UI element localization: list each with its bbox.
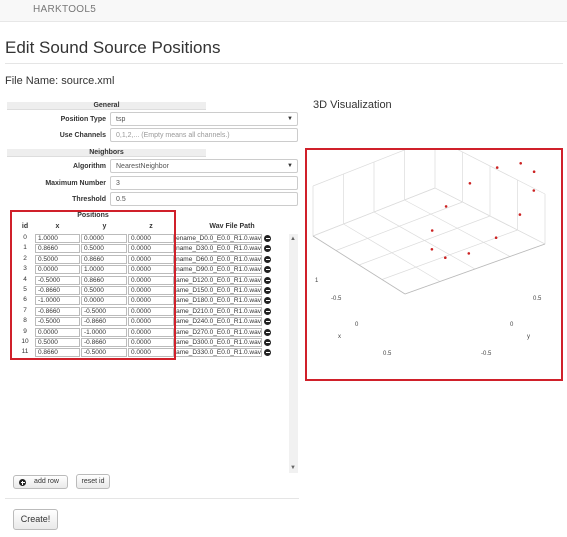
use-channels-input[interactable]: 0,1,2,... (Empty means all channels.)	[110, 128, 298, 142]
neighbors-section-heading: Neighbors	[7, 149, 206, 157]
column-header-wav-file-path: Wav File Path	[209, 223, 255, 230]
wav-file-path-input[interactable]: filename_D0.0_E0.0_R1.0.wav	[175, 234, 262, 243]
wav-file-path-input[interactable]: filename_D120.0_E0.0_R1.0.wav	[175, 275, 262, 285]
positions-scrollbar[interactable]: ▲ ▼	[289, 234, 298, 473]
algorithm-value: NearestNeighbor	[116, 163, 169, 170]
wav-file-path-input[interactable]: filename_D60.0_E0.0_R1.0.wav	[175, 254, 262, 264]
position-type-label: Position Type	[60, 116, 106, 123]
remove-row-icon[interactable]	[264, 339, 271, 346]
threshold-label: Threshold	[72, 196, 106, 203]
remove-row-icon[interactable]	[264, 349, 271, 357]
positions-highlight-box	[10, 210, 176, 360]
chevron-down-icon: ▼	[287, 163, 293, 169]
add-row-label: add row	[34, 478, 59, 485]
scroll-up-icon[interactable]: ▲	[290, 236, 296, 242]
reset-id-button[interactable]: reset id	[76, 474, 110, 489]
maximum-number-input[interactable]: 3	[110, 176, 298, 190]
remove-row-icon[interactable]	[264, 276, 271, 284]
threshold-input[interactable]: 0.5	[110, 192, 298, 206]
visualization-highlight-box	[305, 148, 563, 381]
visualization-title: 3D Visualization	[313, 99, 392, 111]
remove-row-icon[interactable]	[264, 287, 271, 294]
navbar: HARKTOOL5	[0, 0, 567, 22]
algorithm-label: Algorithm	[72, 163, 106, 170]
wav-file-path-input[interactable]: filename_D180.0_E0.0_R1.0.wav	[175, 296, 262, 306]
wav-file-path-input[interactable]: filename_D30.0_E0.0_R1.0.wav	[175, 244, 262, 254]
wav-file-path-input[interactable]: filename_D330.0_E0.0_R1.0.wav	[175, 348, 262, 358]
create-button[interactable]: Create!	[13, 509, 58, 530]
remove-row-icon[interactable]	[264, 266, 271, 274]
remove-row-icon[interactable]	[264, 318, 271, 326]
wav-file-path-input[interactable]: filename_D300.0_E0.0_R1.0.wav	[175, 338, 262, 347]
wav-file-path-input[interactable]: filename_D150.0_E0.0_R1.0.wav	[175, 286, 262, 295]
scroll-down-icon[interactable]: ▼	[290, 465, 296, 471]
remove-row-icon[interactable]	[264, 255, 271, 263]
maximum-number-label: Maximum Number	[45, 180, 106, 187]
wav-file-path-input[interactable]: filename_D270.0_E0.0_R1.0.wav	[175, 327, 262, 337]
divider	[5, 498, 299, 499]
remove-row-icon[interactable]	[264, 297, 271, 305]
position-type-value: tsp	[116, 116, 126, 123]
wav-file-path-input[interactable]: filename_D210.0_E0.0_R1.0.wav	[175, 306, 262, 316]
wav-file-path-input[interactable]: filename_D90.0_E0.0_R1.0.wav	[175, 265, 262, 275]
plus-circle-icon	[19, 479, 26, 486]
page-title: Edit Sound Source Positions	[5, 38, 221, 57]
remove-row-icon[interactable]	[264, 235, 271, 242]
general-section-heading: General	[7, 102, 206, 110]
algorithm-select[interactable]: NearestNeighbor ▼	[110, 159, 298, 173]
remove-row-icon[interactable]	[264, 328, 271, 336]
app-brand[interactable]: HARKTOOL5	[33, 4, 96, 15]
wav-file-path-input[interactable]: filename_D240.0_E0.0_R1.0.wav	[175, 317, 262, 327]
position-type-select[interactable]: tsp ▼	[110, 112, 298, 126]
divider	[5, 63, 563, 64]
add-row-button[interactable]: add row	[13, 475, 68, 489]
chevron-down-icon: ▼	[287, 116, 293, 122]
file-name-label: File Name: source.xml	[5, 75, 115, 87]
remove-row-icon[interactable]	[264, 245, 271, 253]
use-channels-label: Use Channels	[59, 132, 106, 139]
remove-row-icon[interactable]	[264, 307, 271, 315]
